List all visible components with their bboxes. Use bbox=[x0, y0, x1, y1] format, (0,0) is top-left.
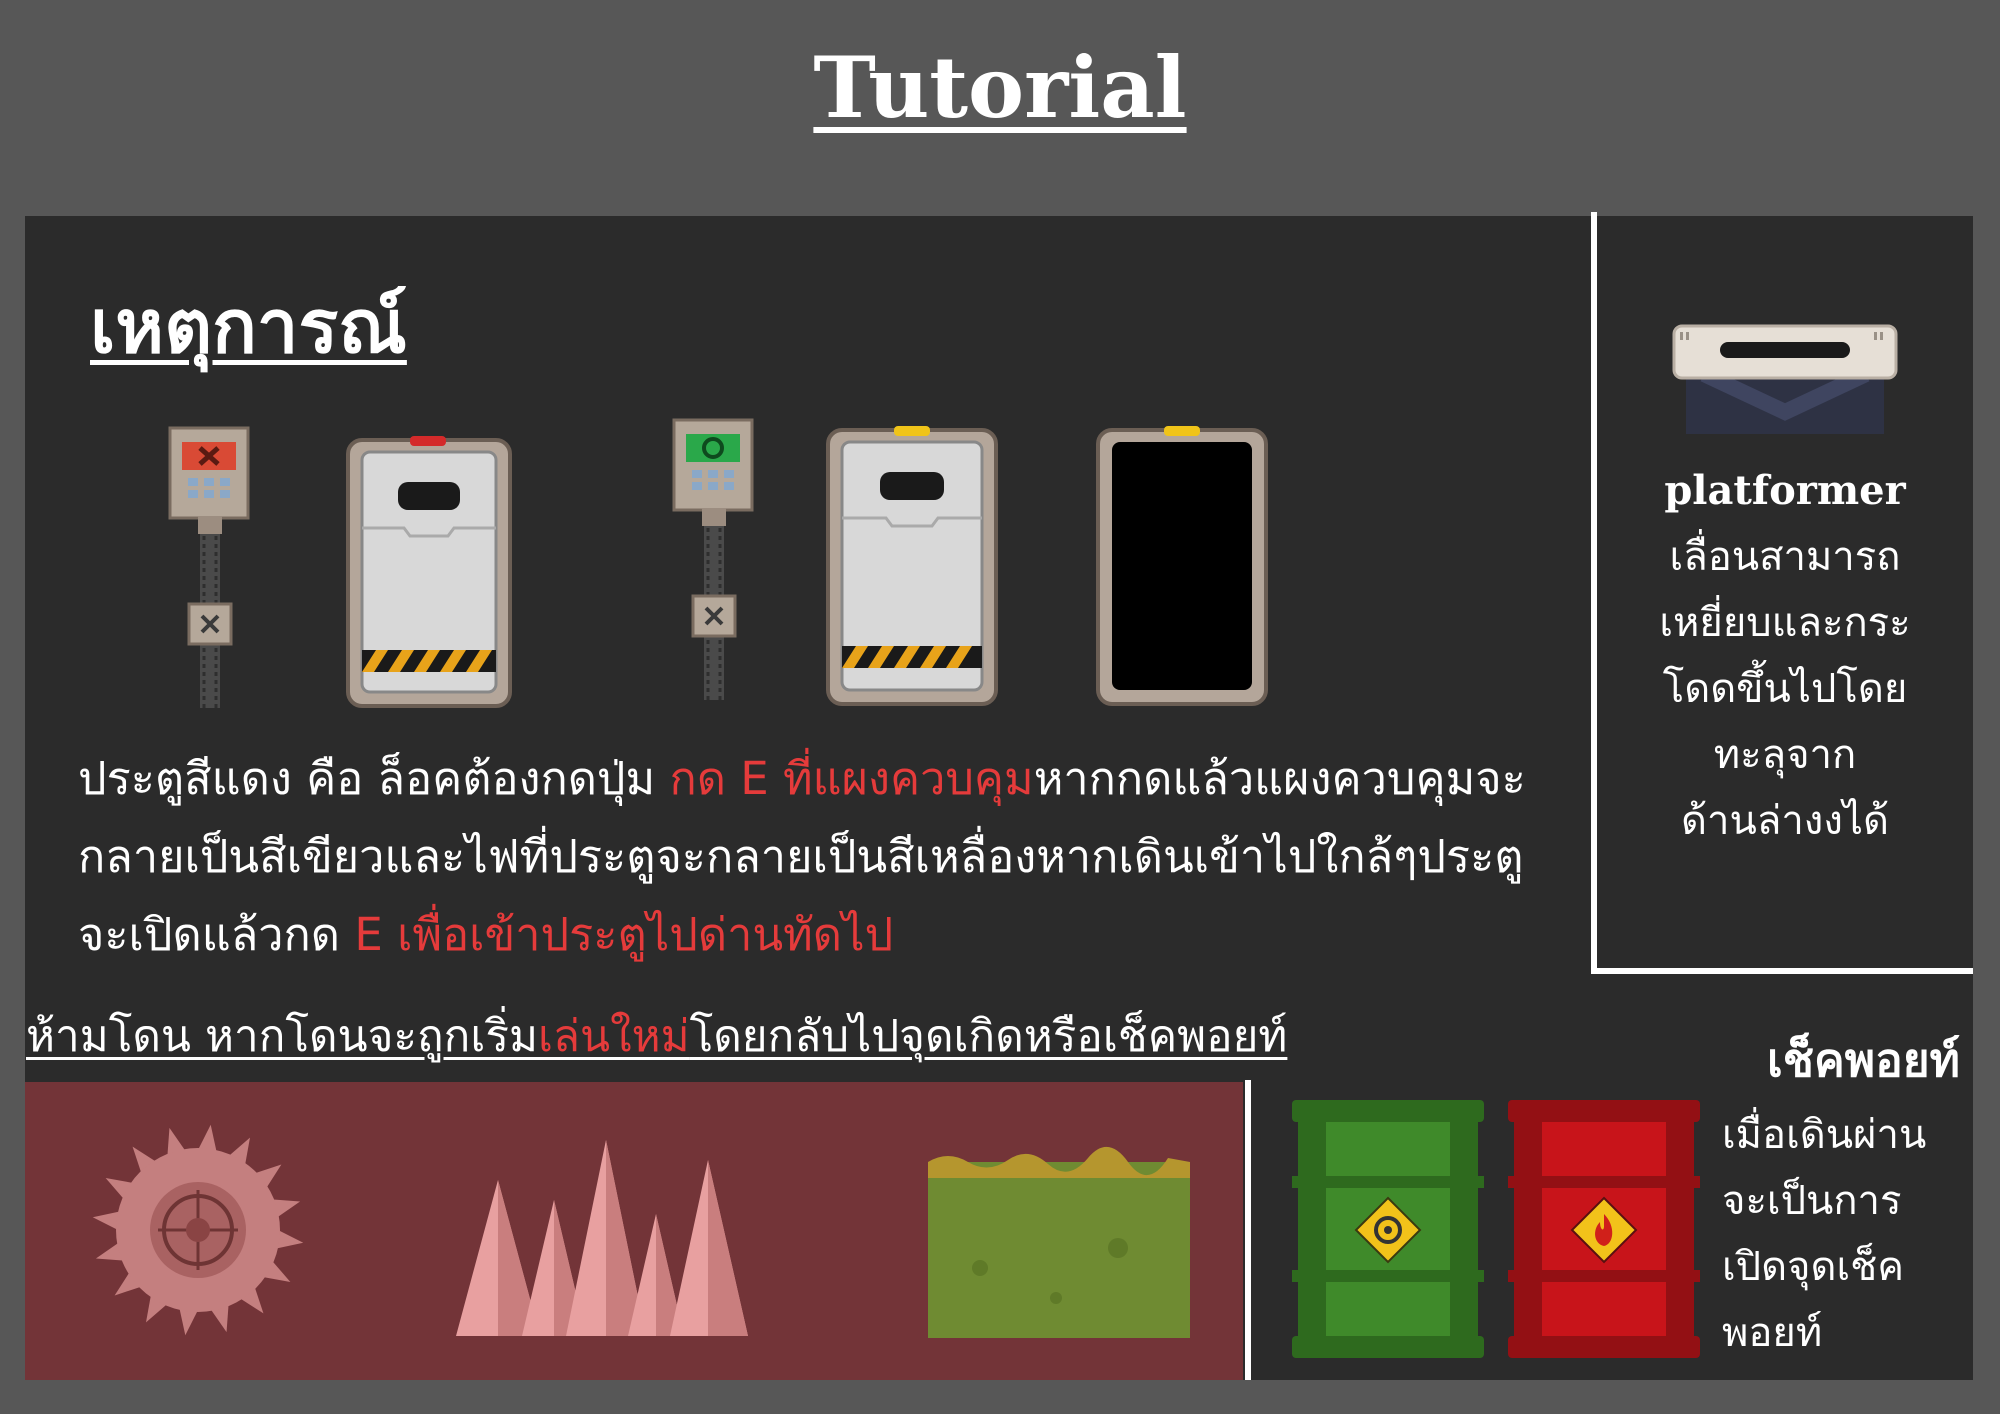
platformer-sprite bbox=[1672, 324, 1898, 434]
tutorial-title: Tutorial bbox=[813, 38, 1187, 137]
checkpoint-line: เปิดจุดเช็ค bbox=[1722, 1244, 1905, 1290]
hazard-caption: ห้ามโดน หากโดนจะถูกเริ่มเล่นใหม่โดยกลับไ… bbox=[26, 1007, 1456, 1067]
control-panel-unlocked-sprite bbox=[672, 418, 754, 700]
checkpoint-divider bbox=[1245, 1080, 1251, 1380]
checkpoint-line: พอยท์ bbox=[1722, 1310, 1823, 1356]
platformer-line: โดดขึ้นไปโดย bbox=[1662, 666, 1908, 712]
checkpoint-barrel-inactive bbox=[1292, 1100, 1484, 1358]
description-text-1: ประตูสีแดง คือ ล็อคต้องกดปุ่ม bbox=[78, 752, 670, 805]
event-heading: เหตุการณ์ bbox=[90, 284, 407, 370]
checkpoint-info: เมื่อเดินผ่าน จะเป็นการ เปิดจุดเช็ค พอยท… bbox=[1722, 1102, 1972, 1366]
checkpoint-line: เมื่อเดินผ่าน bbox=[1722, 1112, 1927, 1158]
description-highlight-2: E เพื่อเข้าประตูไปด่านทัดไป bbox=[354, 908, 894, 961]
door-open-sprite bbox=[1096, 426, 1268, 706]
checkpoint-barrel-active bbox=[1508, 1100, 1700, 1358]
platformer-info: platformer เลื่อนสามารถ เหยี่ยบและกระ โด… bbox=[1600, 458, 1970, 854]
door-unlocked-yellow-sprite bbox=[826, 426, 998, 706]
platformer-divider-horizontal bbox=[1595, 968, 1973, 974]
checkpoint-title: เช็คพอยท์ bbox=[1767, 1033, 1960, 1087]
platformer-title: platformer bbox=[1664, 467, 1906, 514]
platformer-divider-vertical bbox=[1591, 212, 1597, 974]
platformer-line: ทะลุจาก bbox=[1713, 732, 1857, 778]
hazard-caption-text-1: ห้ามโดน หากโดนจะถูกเริ่ม bbox=[26, 1011, 538, 1062]
spikes-hazard bbox=[456, 1140, 748, 1336]
saw-blade-hazard bbox=[92, 1124, 304, 1336]
control-panel-locked-sprite bbox=[168, 426, 250, 708]
acid-pool-hazard bbox=[928, 1146, 1190, 1338]
hazard-caption-text-2: โดยกลับไปจุดเกิดหรือเช็คพอยท์ bbox=[689, 1011, 1288, 1062]
event-description: ประตูสีแดง คือ ล็อคต้องกดปุ่ม กด E ที่แผ… bbox=[78, 740, 1538, 974]
hazard-caption-highlight: เล่นใหม่ bbox=[538, 1011, 690, 1062]
door-locked-red-sprite bbox=[346, 436, 512, 708]
description-highlight-1: กด E ที่แผงควบคุม bbox=[669, 752, 1034, 805]
platformer-line: เลื่อนสามารถ bbox=[1669, 534, 1901, 580]
platformer-line: เหยี่ยบและกระ bbox=[1659, 600, 1911, 646]
platformer-line: ด้านล่างงได้ bbox=[1681, 798, 1889, 844]
checkpoint-line: จะเป็นการ bbox=[1722, 1178, 1902, 1224]
